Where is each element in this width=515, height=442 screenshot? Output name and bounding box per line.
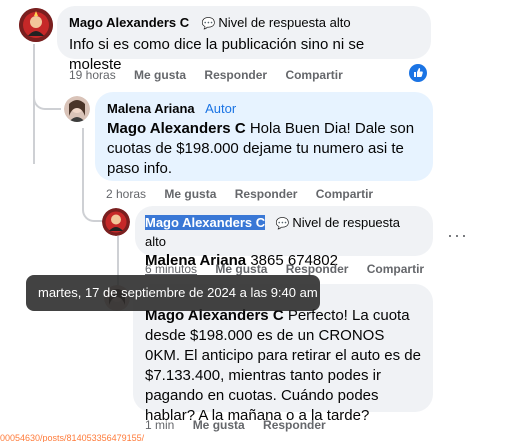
- reply-button[interactable]: Responder: [286, 262, 349, 276]
- comment-bubble-1: Mago Alexanders C 💬 Nivel de respuesta al…: [57, 6, 431, 73]
- reply-button[interactable]: Responder: [235, 187, 298, 201]
- comment-actions-2: 2 horas Me gusta Responder Compartir: [106, 187, 388, 201]
- comment-bubble-2: Malena Ariana Autor Mago Alexanders C Ho…: [95, 92, 433, 181]
- timestamp[interactable]: 19 horas: [69, 68, 116, 82]
- timestamp-tooltip: martes, 17 de septiembre de 2024 a las 9…: [26, 275, 320, 311]
- like-button[interactable]: Me gusta: [164, 187, 216, 201]
- avatar-mago-2[interactable]: [102, 208, 130, 236]
- comment-bubble-3: Mago Alexanders C 💬 Nivel de respuesta al…: [135, 206, 433, 269]
- commenter-name[interactable]: Mago Alexanders C: [69, 15, 189, 30]
- timestamp[interactable]: 1 min: [145, 418, 174, 432]
- response-badge: 💬 Nivel de respuesta alto: [201, 15, 351, 30]
- thread-connector-reply-1: [33, 80, 61, 110]
- comment-actions-4: 1 min Me gusta Responder: [145, 418, 341, 432]
- comment-actions-1: 19 horas Me gusta Responder Compartir: [69, 68, 358, 82]
- like-button[interactable]: Me gusta: [193, 418, 245, 432]
- like-button[interactable]: Me gusta: [134, 68, 186, 82]
- reply-button[interactable]: Responder: [263, 418, 326, 432]
- mention-link[interactable]: Mago Alexanders C: [107, 120, 246, 137]
- more-options-icon[interactable]: ···: [447, 225, 468, 246]
- timestamp[interactable]: 6 minutos: [145, 262, 197, 276]
- share-button[interactable]: Compartir: [316, 187, 373, 201]
- timestamp[interactable]: 2 horas: [106, 187, 146, 201]
- comment-text: Mago Alexanders C Perfecto! La cuota des…: [145, 307, 421, 424]
- share-button[interactable]: Compartir: [285, 68, 342, 82]
- comment-actions-3: 6 minutos Me gusta Responder Compartir: [145, 262, 439, 276]
- chat-bubble-icon: 💬: [275, 218, 290, 230]
- chat-bubble-icon: 💬: [201, 18, 216, 30]
- thread-line-reply: [82, 128, 84, 192]
- status-url: 00054630/posts/814053356479155/: [0, 434, 145, 442]
- comment-text: Mago Alexanders C Hola Buen Dia! Dale so…: [107, 120, 415, 177]
- reply-button[interactable]: Responder: [204, 68, 267, 82]
- avatar-malena-1[interactable]: [64, 96, 90, 122]
- author-label: Autor: [205, 101, 237, 116]
- share-button[interactable]: Compartir: [367, 262, 424, 276]
- avatar-mago-1[interactable]: [19, 8, 53, 42]
- commenter-name[interactable]: Malena Ariana: [107, 101, 195, 116]
- like-button[interactable]: Me gusta: [215, 262, 267, 276]
- like-reaction-icon[interactable]: [409, 64, 427, 82]
- commenter-name[interactable]: Mago Alexanders C: [145, 215, 266, 230]
- thread-connector-reply-2: [82, 190, 104, 222]
